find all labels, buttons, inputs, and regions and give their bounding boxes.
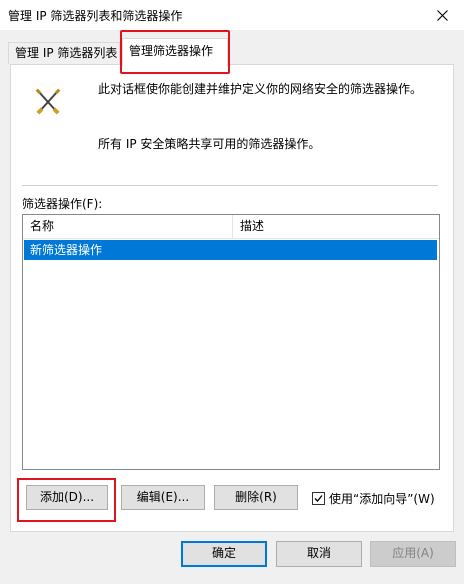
tab-ip-filter-lists[interactable]: 管理 IP 筛选器列表 bbox=[8, 42, 120, 64]
dialog-window: 管理 IP 筛选器列表和筛选器操作 管理 IP 筛选器列表 管理筛选器操作 此对… bbox=[0, 0, 464, 584]
list-item[interactable]: 新筛选器操作 bbox=[24, 240, 437, 260]
crossed-tools-icon bbox=[35, 88, 61, 115]
delete-button[interactable]: 删除(R) bbox=[214, 485, 298, 510]
separator bbox=[22, 185, 438, 186]
column-header-description[interactable]: 描述 bbox=[233, 215, 439, 238]
filter-actions-label: 筛选器操作(F): bbox=[22, 197, 103, 211]
list-item-name: 新筛选器操作 bbox=[30, 243, 103, 257]
intro-text-line-2: 所有 IP 安全策略共享可用的筛选器操作。 bbox=[98, 137, 321, 151]
apply-button[interactable]: 应用(A) bbox=[370, 541, 456, 567]
filter-actions-list[interactable]: 名称 描述 新筛选器操作 bbox=[22, 214, 440, 470]
use-wizard-label: 使用“添加向导”(W) bbox=[329, 491, 435, 506]
edit-button[interactable]: 编辑(E)... bbox=[121, 485, 205, 510]
checkmark-icon bbox=[314, 494, 323, 502]
window-title: 管理 IP 筛选器列表和筛选器操作 bbox=[8, 9, 183, 23]
use-wizard-checkbox[interactable] bbox=[312, 491, 325, 505]
cancel-button[interactable]: 取消 bbox=[276, 541, 362, 567]
tab-strip: 管理 IP 筛选器列表 管理筛选器操作 bbox=[8, 36, 456, 66]
close-button[interactable] bbox=[420, 0, 464, 30]
tab-filter-actions[interactable]: 管理筛选器操作 bbox=[122, 38, 228, 66]
add-button[interactable]: 添加(D)... bbox=[26, 485, 108, 510]
column-header-name[interactable]: 名称 bbox=[23, 215, 233, 238]
close-icon bbox=[436, 9, 448, 21]
list-header: 名称 描述 bbox=[23, 215, 439, 239]
title-bar: 管理 IP 筛选器列表和筛选器操作 bbox=[0, 0, 464, 30]
intro-text-line-1: 此对话框使你能创建并维护定义你的网络安全的筛选器操作。 bbox=[98, 82, 423, 96]
use-wizard-checkbox-row[interactable]: 使用“添加向导”(W) bbox=[312, 490, 435, 506]
ok-button[interactable]: 确定 bbox=[181, 541, 267, 567]
